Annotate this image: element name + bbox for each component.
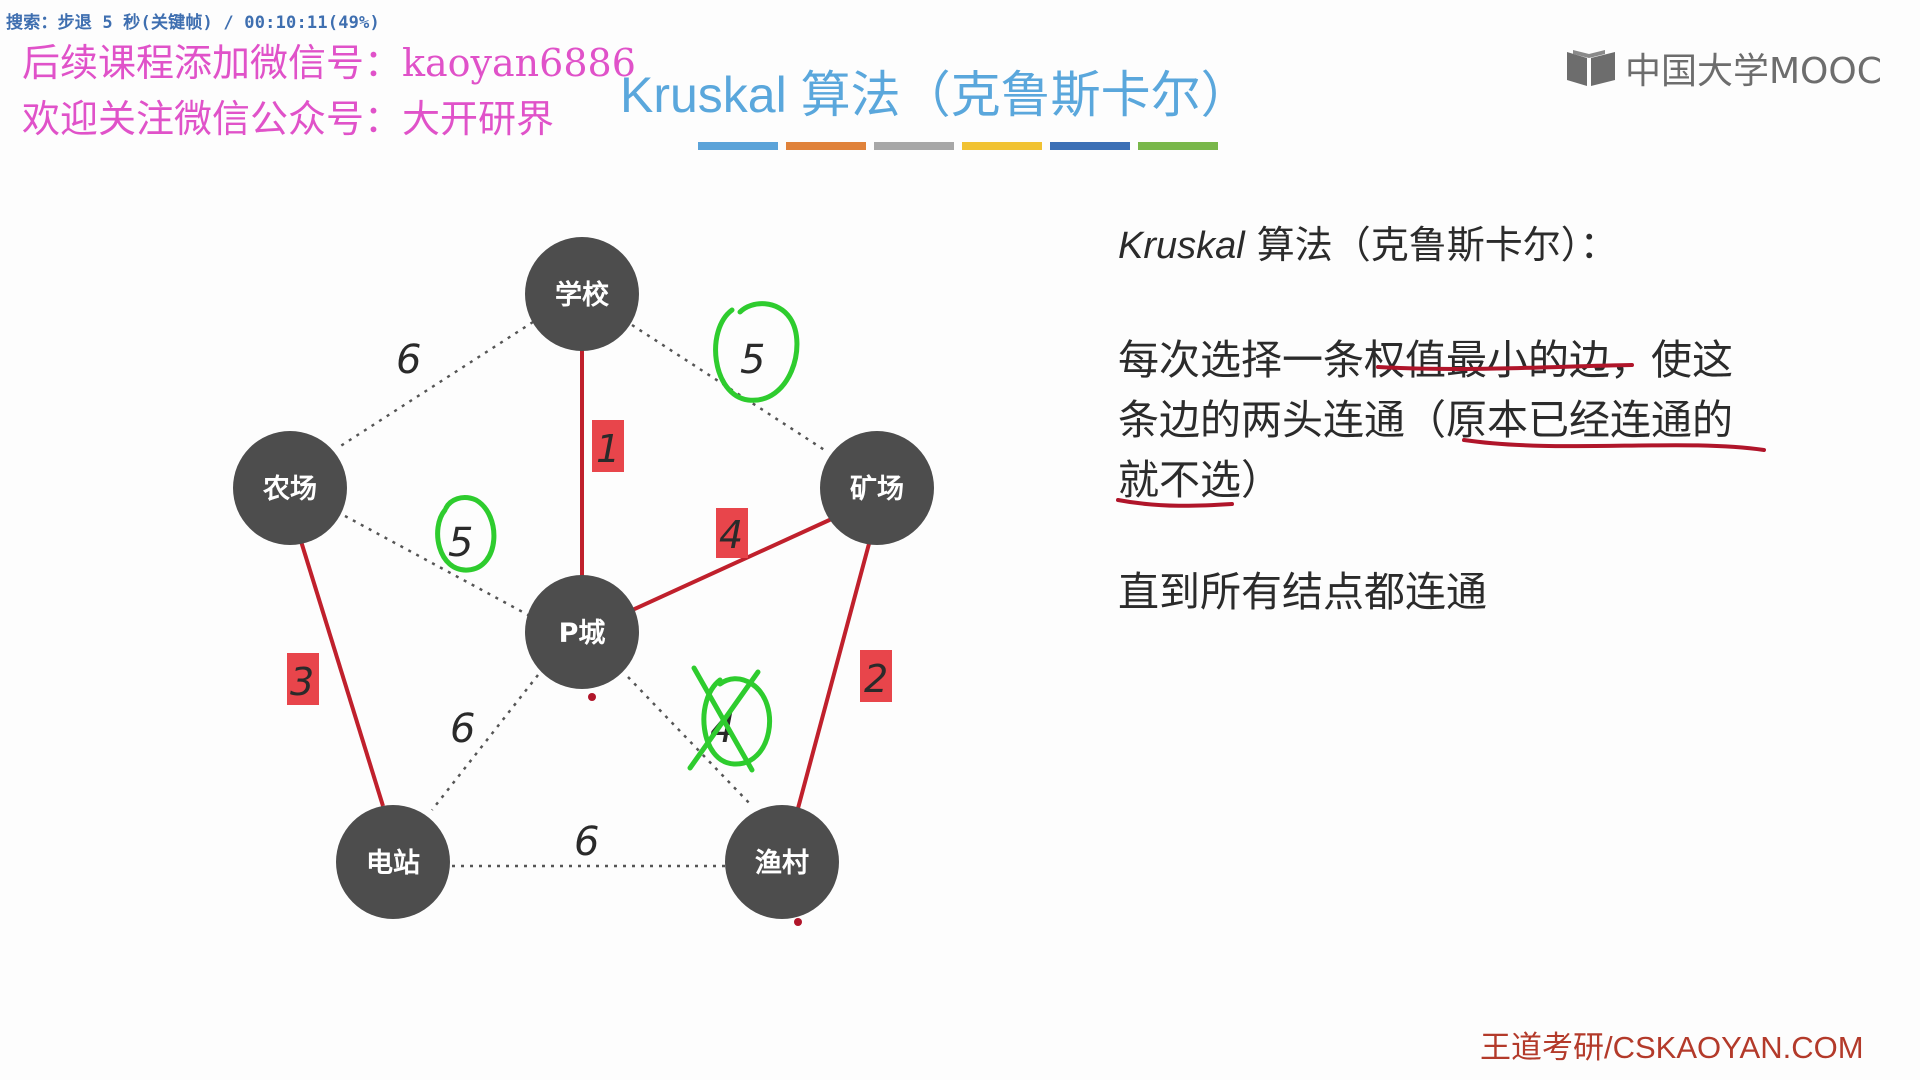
footer-brand-text: 王道考研/CSKAOYAN.COM [1480, 1030, 1864, 1065]
red-underline [1376, 363, 1634, 371]
underline-annotations [1116, 363, 1766, 508]
red-underline [1116, 498, 1234, 508]
red-underline [1462, 438, 1766, 452]
